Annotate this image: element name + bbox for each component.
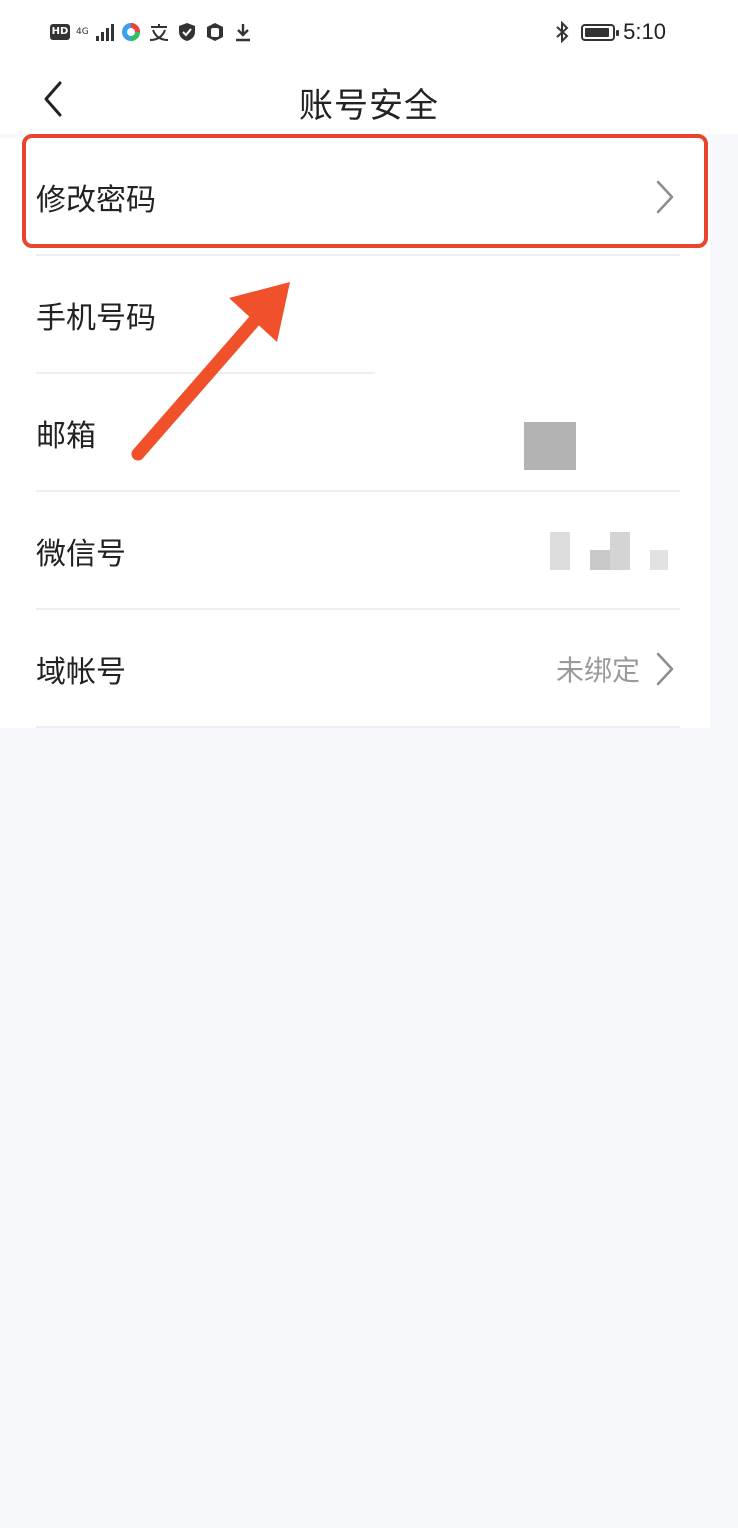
shield-icon (176, 21, 198, 43)
item-label: 微信号 (36, 537, 126, 572)
navigation-bar: 账号安全 (0, 64, 738, 134)
item-label: 修改密码 (36, 183, 156, 218)
hand-icon (204, 21, 226, 43)
translate-icon (148, 21, 170, 43)
app-icon (120, 21, 142, 43)
status-icons-right: 5:10 (551, 18, 666, 46)
item-label: 域帐号 (36, 655, 126, 690)
status-bar: HD 4G 5:10 (0, 0, 738, 64)
bluetooth-icon (551, 21, 573, 43)
clock: 5:10 (623, 19, 666, 44)
wechat-item[interactable]: 微信号 (0, 492, 710, 610)
chevron-right-icon (656, 652, 674, 686)
chevron-right-icon (656, 180, 674, 214)
network-type: 4G (76, 26, 89, 37)
settings-list: 修改密码 手机号码 邮箱 微信号 域帐号 未绑定 (0, 138, 710, 728)
status-icons-left: HD 4G (50, 18, 254, 46)
download-icon (232, 21, 254, 43)
item-label: 手机号码 (36, 301, 156, 336)
hd-icon: HD (50, 24, 70, 40)
redacted-value (524, 422, 576, 470)
item-value: 未绑定 (555, 654, 640, 687)
phone-number-item[interactable]: 手机号码 (0, 256, 710, 374)
page-title: 账号安全 (299, 86, 439, 126)
change-password-item[interactable]: 修改密码 (0, 138, 710, 256)
email-item[interactable]: 邮箱 (0, 374, 710, 492)
signal-icon (96, 23, 114, 41)
battery-icon (581, 23, 620, 41)
item-label: 邮箱 (36, 419, 96, 454)
domain-account-item[interactable]: 域帐号 未绑定 (0, 610, 710, 728)
divider (36, 726, 680, 728)
